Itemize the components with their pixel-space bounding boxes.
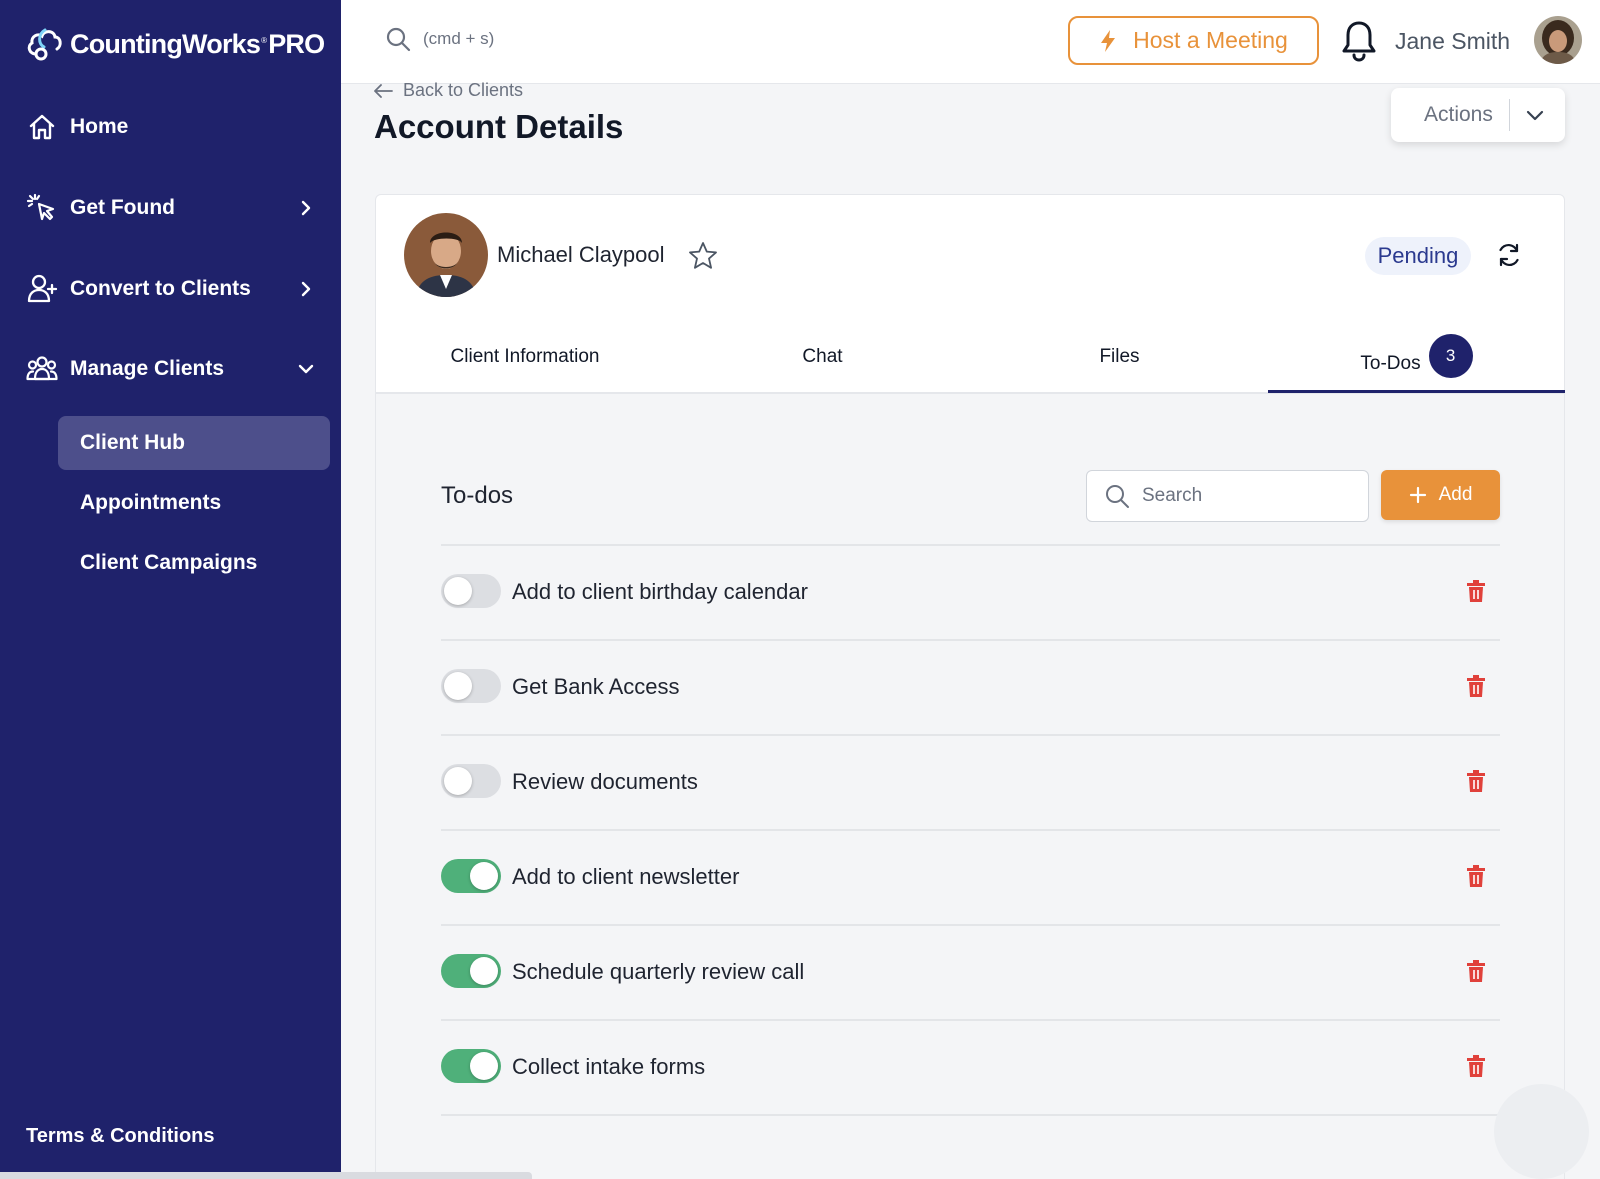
todo-toggle[interactable] [441,574,501,608]
todo-item: Add to client newsletter [441,831,1500,926]
top-bar: (cmd + s) Host a Meeting Jane Smith [341,0,1600,84]
tab-chat[interactable]: Chat [674,321,971,393]
client-avatar[interactable] [404,213,488,297]
to-dos-count-badge: 3 [1428,333,1473,378]
trash-icon[interactable] [1467,960,1485,982]
toggle-knob [444,577,472,605]
toggle-knob [444,767,472,795]
user-avatar[interactable] [1534,16,1582,64]
todo-item: Collect intake forms [441,1021,1500,1116]
actions-dropdown[interactable]: Actions [1391,88,1565,142]
chat-widget-button[interactable] [1494,1084,1589,1179]
todo-label: Get Bank Access [512,674,680,699]
todo-item: Get Bank Access [441,641,1500,736]
terms-link[interactable]: Terms & Conditions [26,1125,215,1148]
toggle-knob [470,957,498,985]
todo-toggle[interactable] [441,1049,501,1083]
tab-files[interactable]: Files [971,321,1268,393]
pointer-click-icon [26,192,58,224]
add-label: Add [1438,484,1473,505]
client-card: Michael Claypool Pending Client Informat… [375,194,1565,394]
to-dos-search-input[interactable] [1142,485,1342,507]
chevron-down-icon [298,364,314,374]
nav-item-convert-to-clients[interactable]: Convert to Clients [26,267,316,311]
todo-toggle[interactable] [441,954,501,988]
bell-icon[interactable] [1339,19,1379,63]
tab-label: Chat [802,346,843,367]
nav-label: Convert to Clients [70,277,251,300]
toggle-knob [470,862,498,890]
nav-item-get-found[interactable]: Get Found [26,186,316,230]
chevron-right-icon [301,281,311,297]
nav-item-manage-clients[interactable]: Manage Clients [26,347,316,391]
todo-label: Schedule quarterly review call [512,959,805,984]
tab-client-information[interactable]: Client Information [376,321,674,393]
todo-item: Review documents [441,736,1500,831]
toggle-knob [470,1052,498,1080]
subnav-item-client-campaigns[interactable]: Client Campaigns [58,536,330,590]
back-to-clients-link[interactable]: Back to Clients [373,80,523,101]
add-todo-button[interactable]: Add [1381,470,1500,520]
to-dos-panel: To-dos Add Add to client birthday calend… [375,394,1565,1179]
tab-label: To-Dos [1360,352,1421,374]
actions-divider [1509,99,1510,131]
subnav-item-client-hub[interactable]: Client Hub [58,416,330,470]
brand-logo[interactable]: CountingWorks®PRO [24,24,325,64]
host-meeting-label: Host a Meeting [1133,27,1288,53]
todo-label: Review documents [512,769,698,794]
client-name: Michael Claypool [497,242,665,267]
todo-label: Collect intake forms [512,1054,706,1079]
back-link-label: Back to Clients [403,80,524,100]
refresh-icon[interactable] [1495,241,1523,269]
status-badge: Pending [1365,237,1471,275]
global-search[interactable]: (cmd + s) [385,26,494,52]
user-name[interactable]: Jane Smith [1395,28,1510,55]
trash-icon[interactable] [1467,865,1485,887]
lightning-icon [1101,29,1116,52]
arrow-left-icon [374,83,393,98]
chevron-down-icon [1526,110,1544,121]
nav-label: Home [70,115,129,138]
brand-name: CountingWorks®PRO [70,28,325,59]
global-search-placeholder: (cmd + s) [423,29,495,48]
actions-label: Actions [1424,103,1493,126]
tab-label: Client Information [450,346,600,367]
trash-icon[interactable] [1467,770,1485,792]
chevron-right-icon [301,200,311,216]
to-dos-title: To-dos [441,482,514,509]
todo-item: Add to client birthday calendar [441,546,1500,641]
todo-toggle[interactable] [441,669,501,703]
trash-icon[interactable] [1467,580,1485,602]
todo-item: Schedule quarterly review call [441,926,1500,1021]
todo-label: Add to client birthday calendar [512,579,808,604]
cloud-logo-icon [27,28,62,61]
users-group-icon [26,353,58,385]
page-title: Account Details [374,108,624,145]
sidebar: CountingWorks®PRO Home Get Found Convert… [0,0,341,1179]
toggle-knob [444,672,472,700]
todo-label: Add to client newsletter [512,864,740,889]
subnav-item-appointments[interactable]: Appointments [58,476,330,530]
nav-label: Get Found [70,196,175,219]
nav-label: Manage Clients [70,357,225,380]
horizontal-scrollbar[interactable] [0,1172,532,1179]
trash-icon[interactable] [1467,1055,1485,1077]
star-icon[interactable] [687,240,719,272]
home-icon [26,111,58,143]
tab-to-dos[interactable]: To-Dos 3 [1268,321,1565,393]
host-meeting-button[interactable]: Host a Meeting [1068,16,1319,65]
plus-icon [1409,486,1426,504]
nav-item-home[interactable]: Home [26,105,316,149]
todo-toggle[interactable] [441,764,501,798]
search-icon [386,27,411,52]
todo-toggle[interactable] [441,859,501,893]
search-icon [1106,485,1129,508]
to-dos-search[interactable] [1086,470,1369,522]
trash-icon[interactable] [1467,675,1485,697]
tab-label: Files [1099,346,1140,367]
user-plus-icon [26,273,58,305]
